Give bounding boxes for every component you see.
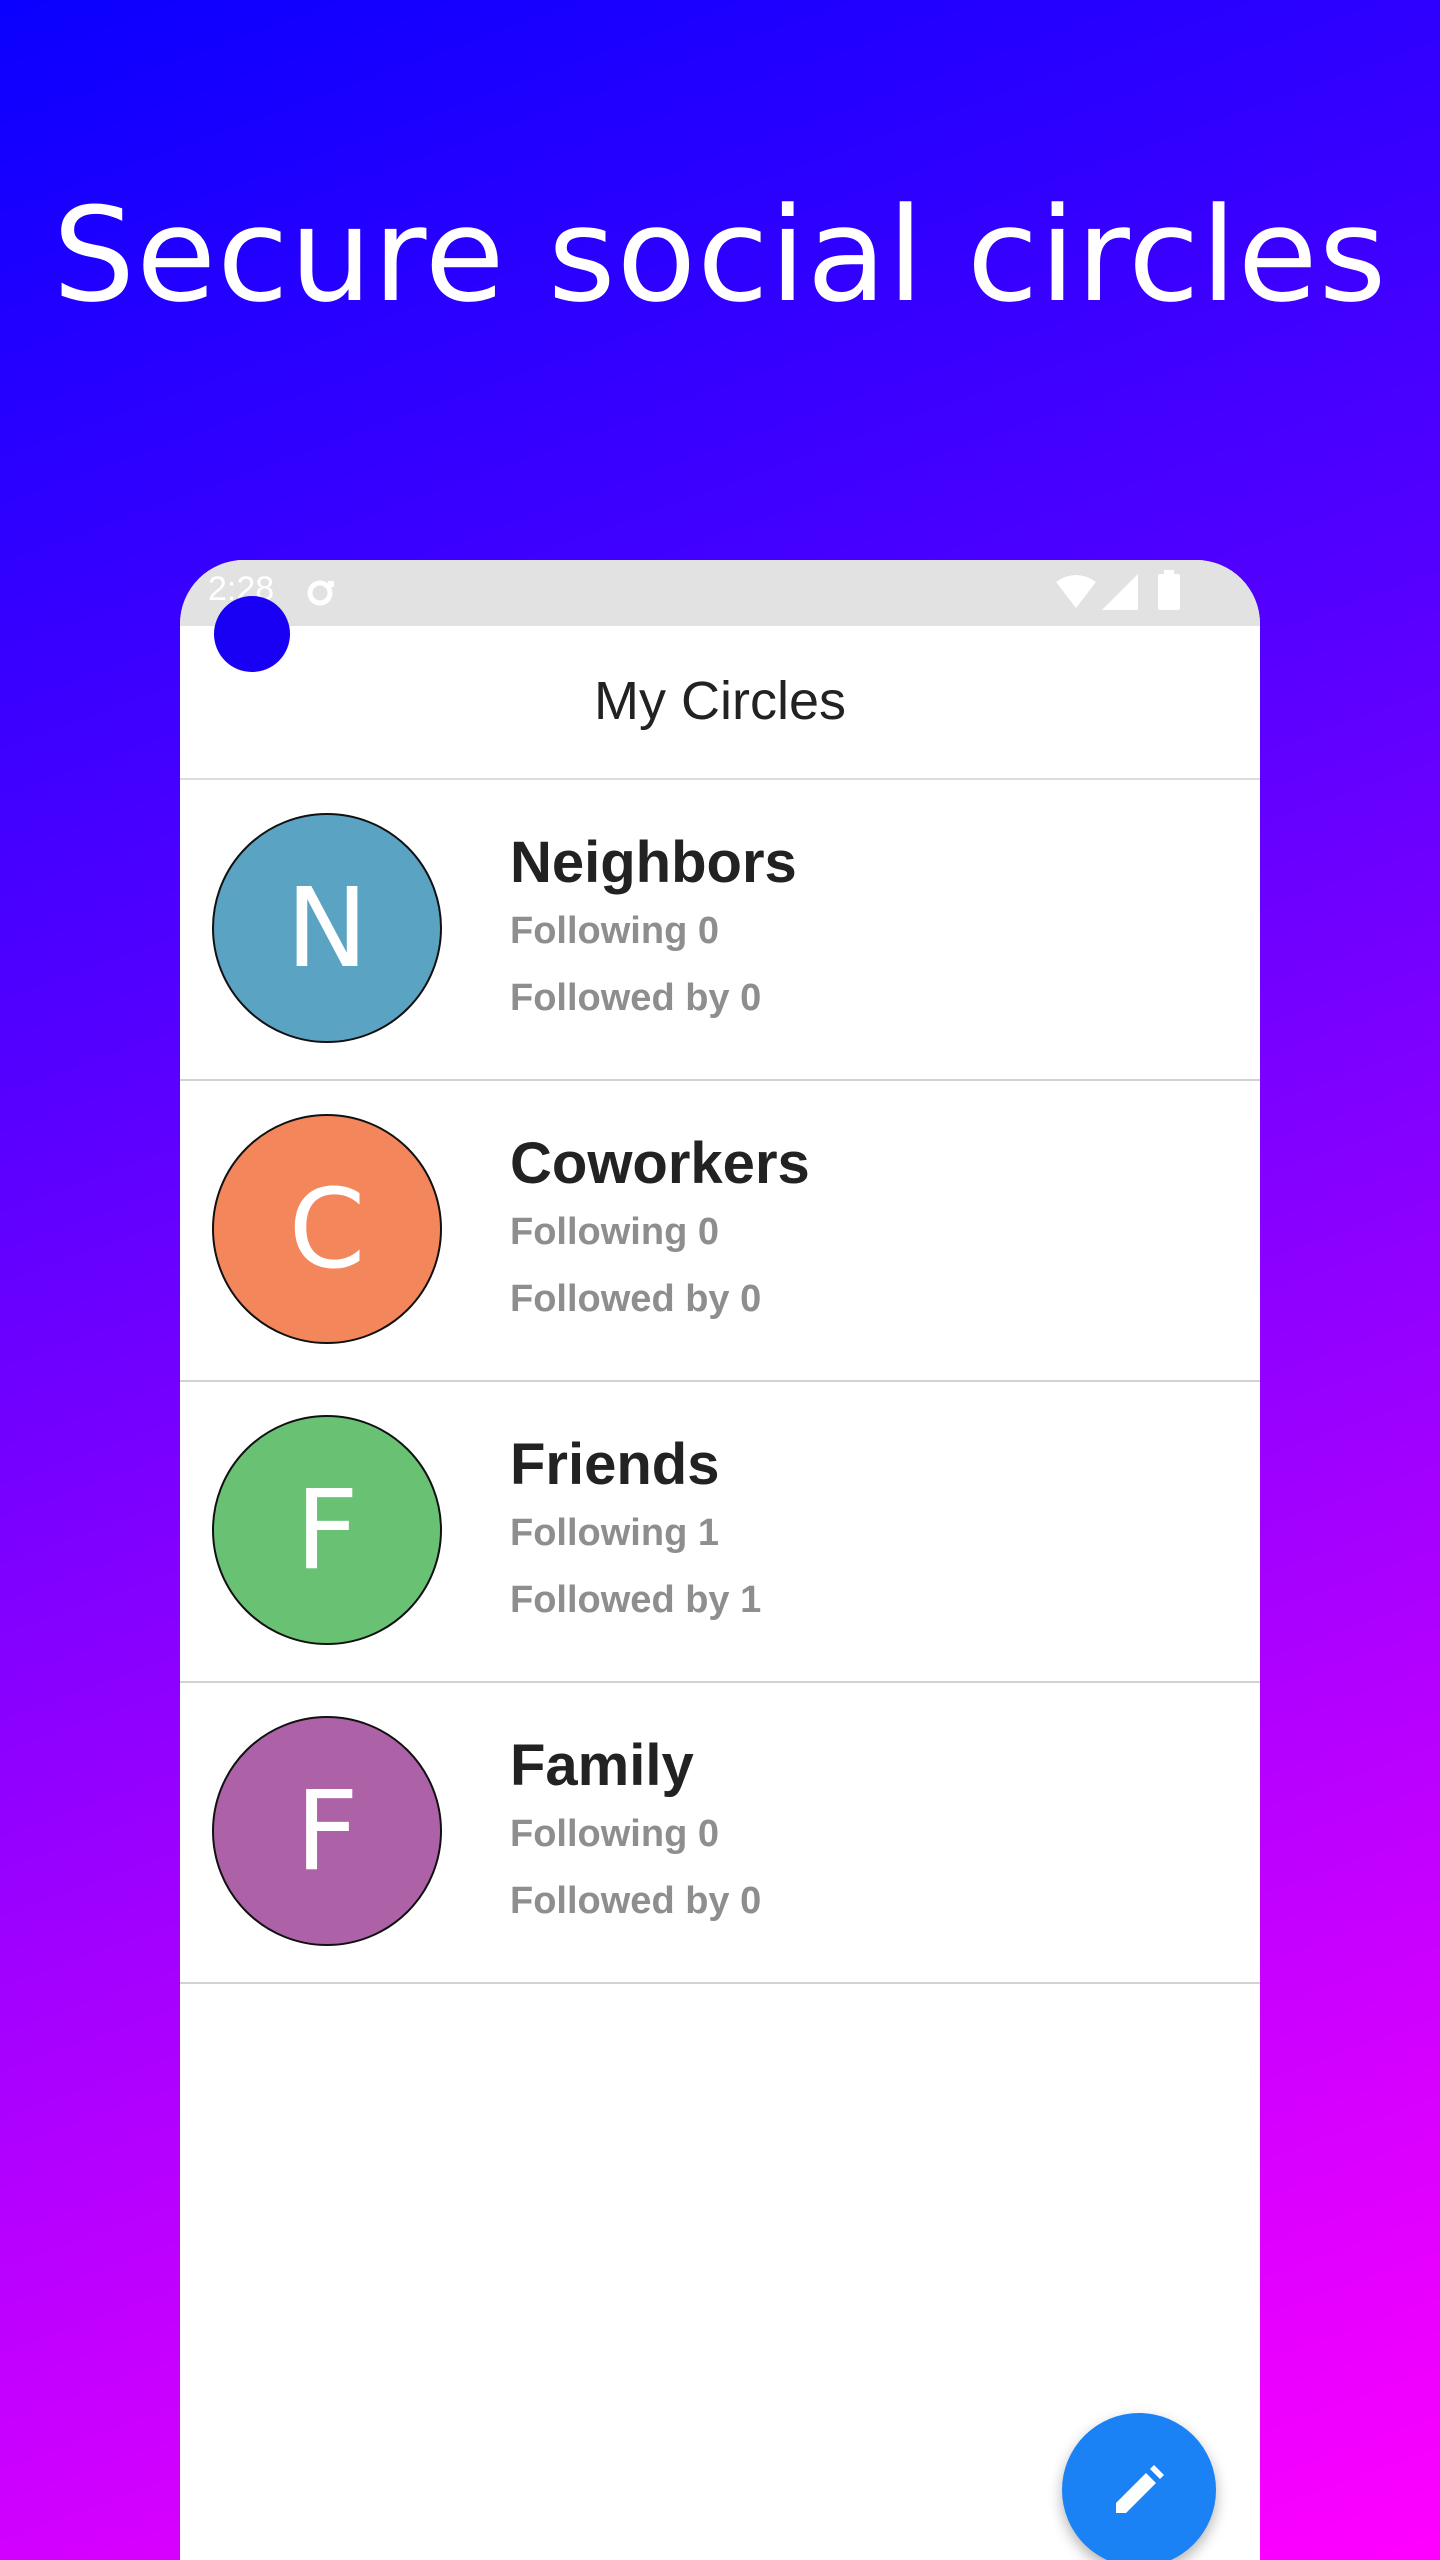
followed-by-count: Followed by 0 xyxy=(510,1278,762,1320)
circle-row-family[interactable]: F Family Following 0 Followed by 0 xyxy=(180,1683,1260,1984)
circle-name: Family xyxy=(510,1733,694,1798)
app-bar: My Circles xyxy=(180,626,1260,780)
following-count: Following 0 xyxy=(510,910,719,952)
new-circle-button[interactable] xyxy=(1062,2413,1216,2560)
battery-icon xyxy=(1158,570,1180,610)
following-count: Following 0 xyxy=(510,1211,719,1253)
avatar: F xyxy=(212,1716,442,1946)
wifi-icon xyxy=(1056,575,1096,608)
circle-name: Coworkers xyxy=(510,1131,810,1196)
signal-icon xyxy=(1102,574,1138,610)
circle-row-neighbors[interactable]: N Neighbors Following 0 Followed by 0 xyxy=(180,780,1260,1081)
avatar: N xyxy=(212,813,442,1043)
circle-name: Neighbors xyxy=(510,830,797,895)
status-bar: 2:28 xyxy=(180,560,1260,626)
circle-name: Friends xyxy=(510,1432,720,1497)
circle-info: Neighbors Following 0 Followed by 0 xyxy=(510,828,797,1032)
circle-row-friends[interactable]: F Friends Following 1 Followed by 1 xyxy=(180,1382,1260,1683)
circle-info: Friends Following 1 Followed by 1 xyxy=(510,1430,761,1634)
avatar: F xyxy=(212,1415,442,1645)
avatar: C xyxy=(212,1114,442,1344)
page-title: My Circles xyxy=(594,671,846,731)
circle-info: Family Following 0 Followed by 0 xyxy=(510,1731,761,1935)
pencil-icon xyxy=(1116,2465,1164,2513)
followed-by-count: Followed by 1 xyxy=(510,1579,762,1621)
followed-by-count: Followed by 0 xyxy=(510,977,762,1019)
sync-icon xyxy=(307,580,334,606)
promo-headline: Secure social circles xyxy=(52,179,1388,331)
circle-row-coworkers[interactable]: C Coworkers Following 0 Followed by 0 xyxy=(180,1081,1260,1382)
phone-screen: 2:28 My Circles N Neighbors Following 0 … xyxy=(180,560,1260,2560)
circle-list: N Neighbors Following 0 Followed by 0 C … xyxy=(180,780,1260,1984)
following-count: Following 0 xyxy=(510,1813,719,1855)
followed-by-count: Followed by 0 xyxy=(510,1880,762,1922)
circle-info: Coworkers Following 0 Followed by 0 xyxy=(510,1129,810,1333)
following-count: Following 1 xyxy=(510,1512,719,1554)
